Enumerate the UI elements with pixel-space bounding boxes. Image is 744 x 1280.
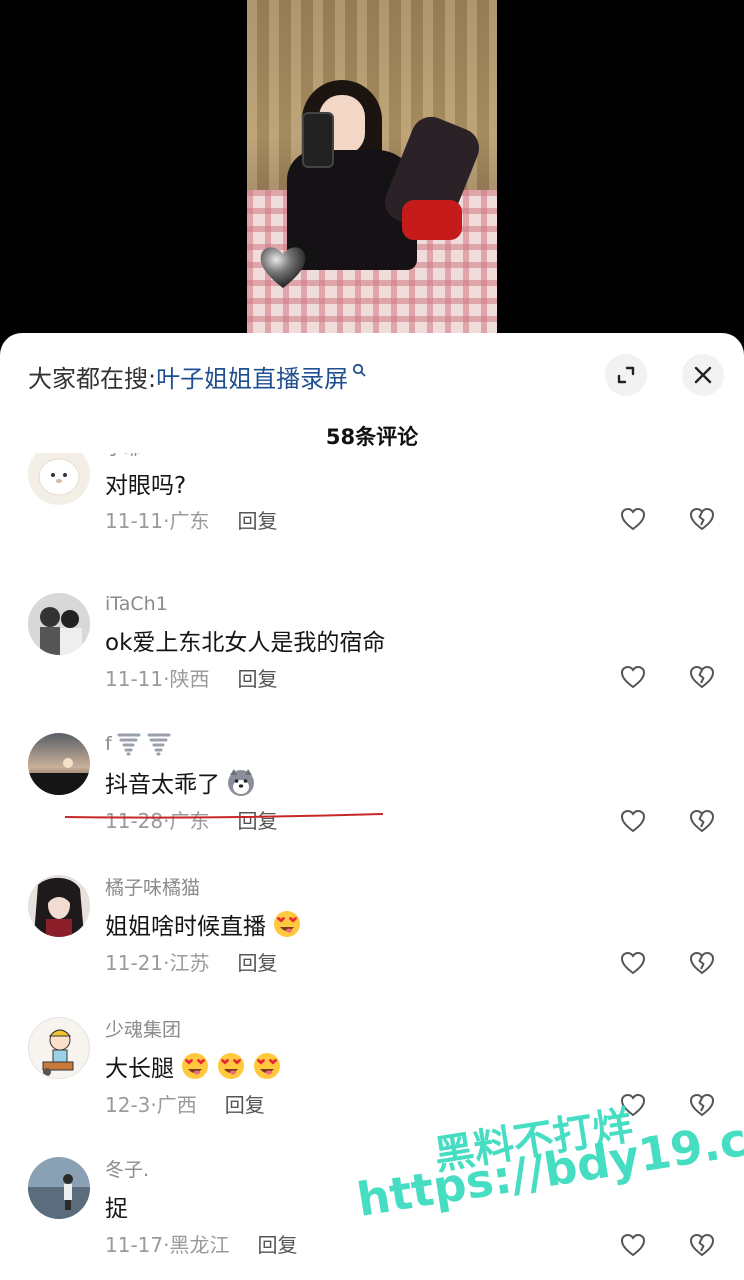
comment-date: 11-11· xyxy=(105,509,170,533)
comment-location: 陕西 xyxy=(169,667,210,691)
comment-username[interactable]: 橘子味橘猫 xyxy=(105,873,200,900)
comment-item: f 抖音太乖了 11-28·广东 回复 xyxy=(0,713,744,853)
avatar-image xyxy=(28,733,90,795)
avatar[interactable] xyxy=(28,875,90,937)
comment-count-title: 58条评论 xyxy=(325,425,419,449)
search-icon xyxy=(352,363,366,377)
avatar-image xyxy=(28,1157,90,1219)
search-prefix: 大家都在搜: xyxy=(28,364,157,393)
comment-meta: 11-11·广东 回复 xyxy=(105,505,277,534)
avatar[interactable] xyxy=(28,733,90,795)
dislike-broken-heart-icon[interactable] xyxy=(688,1231,716,1259)
comment-date: 11-21· xyxy=(105,951,170,975)
comment-username[interactable]: 冬子. xyxy=(105,1155,149,1182)
reply-button[interactable]: 回复 xyxy=(237,509,277,533)
dislike-broken-heart-icon[interactable] xyxy=(688,505,716,533)
comment-date: 11-17· xyxy=(105,1233,170,1257)
comment-text-row: 大长腿 xyxy=(105,1049,282,1083)
heart-eyes-face-icon xyxy=(254,1053,280,1079)
comment-item: 冬子. 捉 11-17·黑龙江 回复 xyxy=(0,1137,744,1277)
comment-meta: 11-17·黑龙江 回复 xyxy=(105,1229,297,1258)
comment-meta: 11-21·江苏 回复 xyxy=(105,947,277,976)
reply-button[interactable]: 回复 xyxy=(257,1233,297,1257)
like-heart-icon[interactable] xyxy=(619,663,647,691)
husky-emoji-icon xyxy=(228,769,254,796)
comment-text: 捉 xyxy=(105,1196,128,1222)
comment-meta: 11-11·陕西 回复 xyxy=(105,663,277,692)
like-heart-icon[interactable] xyxy=(619,505,647,533)
tornado-emoji-icon xyxy=(147,733,171,756)
search-suggestion[interactable]: 大家都在搜: 叶子姐姐直播录屏 xyxy=(28,359,366,393)
comment-username-row: f xyxy=(105,731,172,757)
avatar[interactable] xyxy=(28,593,90,655)
comment-username[interactable]: 少魂集团 xyxy=(105,1015,181,1042)
comment-text: ok爱上东北女人是我的宿命 xyxy=(105,630,386,656)
comment-location: 黑龙江 xyxy=(169,1233,230,1257)
comment-list[interactable]: 小耶 对眼吗? 11-11·广东回复 iTaCh1 ok爱上东北女人是我的宿命 … xyxy=(0,453,744,1280)
comment-username[interactable]: 小耶 xyxy=(105,453,143,460)
reply-button[interactable]: 回复 xyxy=(237,667,277,691)
comment-meta: 12-3·广西 回复 xyxy=(105,1089,265,1118)
avatar[interactable] xyxy=(28,453,90,505)
expand-button[interactable] xyxy=(605,354,647,396)
like-heart-icon[interactable] xyxy=(619,949,647,977)
red-cloth xyxy=(402,200,462,240)
avatar[interactable] xyxy=(28,1017,90,1079)
like-heart-icon[interactable] xyxy=(619,1231,647,1259)
heart-sticker-icon xyxy=(260,247,306,288)
avatar[interactable] xyxy=(28,1157,90,1219)
close-icon xyxy=(694,366,712,384)
comment-date: 11-11· xyxy=(105,667,170,691)
close-button[interactable] xyxy=(682,354,724,396)
comment-text: 抖音太乖了 xyxy=(105,772,220,798)
avatar-image xyxy=(29,1018,89,1078)
video-preview[interactable] xyxy=(0,0,744,340)
tornado-emoji-icon xyxy=(117,733,141,756)
heart-eyes-face-icon xyxy=(218,1053,244,1079)
red-strike-annotation xyxy=(65,813,383,819)
like-heart-icon[interactable] xyxy=(619,1091,647,1119)
reply-button[interactable]: 回复 xyxy=(237,951,277,975)
comment-username[interactable]: f xyxy=(105,733,112,755)
comments-sheet: 大家都在搜: 叶子姐姐直播录屏 58条评论 小耶 xyxy=(0,333,744,1280)
comment-location: 广东 xyxy=(169,509,210,533)
comment-item: 橘子味橘猫 姐姐啥时候直播 11-21·江苏 回复 xyxy=(0,855,744,995)
reply-button[interactable]: 回复 xyxy=(225,1093,265,1117)
expand-icon xyxy=(617,366,635,384)
comment-text: 姐姐啥时候直播 xyxy=(105,914,266,940)
comment-item: iTaCh1 ok爱上东北女人是我的宿命 11-11·陕西 回复 xyxy=(0,571,744,711)
comment-location: 广西 xyxy=(156,1093,197,1117)
comment-item: 小耶 对眼吗? 11-11·广东 回复 xyxy=(0,453,744,573)
search-term-link[interactable]: 叶子姐姐直播录屏 xyxy=(156,359,348,394)
comment-location: 江苏 xyxy=(169,951,210,975)
like-heart-icon[interactable] xyxy=(619,807,647,835)
comment-item: 少魂集团 大长腿 12-3·广西 回复 xyxy=(0,997,744,1137)
avatar-image xyxy=(38,458,80,496)
heart-eyes-face-icon xyxy=(274,911,300,937)
dislike-broken-heart-icon[interactable] xyxy=(688,1091,716,1119)
comment-username[interactable]: iTaCh1 xyxy=(105,593,168,615)
comment-text-row: 姐姐啥时候直播 xyxy=(105,907,302,941)
comment-date: 12-3· xyxy=(105,1093,157,1117)
comment-text-row: 抖音太乖了 xyxy=(105,765,256,799)
dislike-broken-heart-icon[interactable] xyxy=(688,663,716,691)
heart-eyes-face-icon xyxy=(182,1053,208,1079)
avatar-image xyxy=(28,875,90,937)
video-thumbnail[interactable] xyxy=(247,0,497,340)
phone-in-hand xyxy=(302,112,334,168)
comment-text: 大长腿 xyxy=(105,1056,174,1082)
avatar-image xyxy=(28,593,90,655)
comment-meta: 11-28·广东 回复 xyxy=(105,805,277,834)
comment-text: 对眼吗? xyxy=(105,473,187,499)
dislike-broken-heart-icon[interactable] xyxy=(688,949,716,977)
dislike-broken-heart-icon[interactable] xyxy=(688,807,716,835)
